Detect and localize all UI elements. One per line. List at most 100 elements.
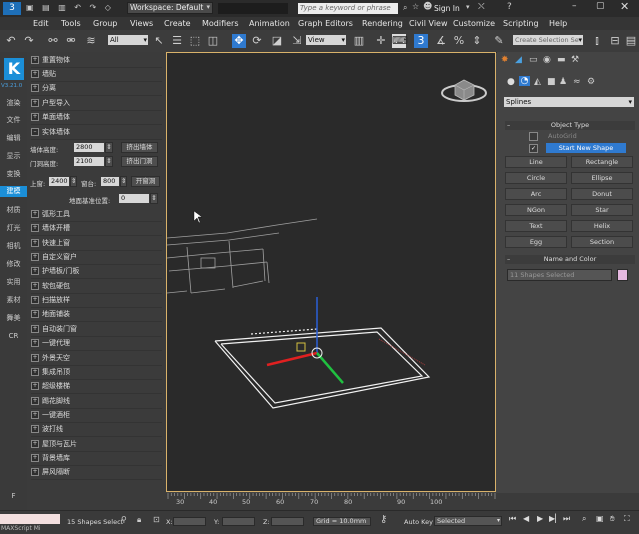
extrude-door-button[interactable]: 挤出门洞 bbox=[121, 156, 158, 167]
shape-button-star[interactable]: Star bbox=[571, 204, 633, 216]
redo-icon[interactable]: ↷ bbox=[22, 34, 36, 48]
object-color-swatch[interactable] bbox=[617, 269, 628, 281]
next-frame-icon[interactable]: ▶▏ bbox=[549, 514, 561, 523]
previous-frame-icon[interactable]: ◀ bbox=[523, 514, 529, 523]
menu-tools[interactable]: Tools bbox=[61, 17, 81, 30]
transform-gizmo[interactable] bbox=[266, 297, 426, 384]
shape-button-text[interactable]: Text bbox=[505, 220, 567, 232]
shape-button-helix[interactable]: Helix bbox=[571, 220, 633, 232]
nav-modify[interactable]: 修改 bbox=[0, 259, 27, 269]
display-tab-icon[interactable]: ▬ bbox=[557, 55, 567, 65]
menu-help[interactable]: Help bbox=[549, 17, 567, 30]
select-scale-icon[interactable]: ◪ bbox=[270, 34, 284, 48]
start-new-shape-button[interactable]: Start New Shape bbox=[546, 143, 626, 153]
maxscript-listener[interactable] bbox=[0, 514, 60, 524]
minimize-button[interactable]: – bbox=[572, 1, 577, 11]
category-item[interactable]: + 一键酒柜 bbox=[31, 409, 162, 423]
upper-window-input[interactable]: 2400 bbox=[49, 177, 69, 186]
category-item[interactable]: + 护墙板/门板 bbox=[31, 265, 162, 280]
category-item[interactable]: + 墙贴 bbox=[31, 68, 162, 82]
absolute-mode-icon[interactable]: ⊡ bbox=[153, 515, 160, 524]
category-item[interactable]: + 户型导入 bbox=[31, 97, 162, 111]
hierarchy-tab-icon[interactable]: ▭ bbox=[529, 55, 539, 65]
binoculars-icon[interactable]: ⌕ bbox=[403, 3, 407, 13]
object-name-field[interactable]: 11 Shapes Selected bbox=[507, 269, 612, 281]
menu-create[interactable]: Create bbox=[164, 17, 191, 30]
auto-key-label[interactable]: Auto Key bbox=[404, 518, 433, 526]
category-item[interactable]: + 波打线 bbox=[31, 423, 162, 438]
sign-in-chevron-icon[interactable]: ▾ bbox=[466, 3, 470, 11]
maximize-viewport-icon[interactable]: ⛶ bbox=[624, 514, 630, 524]
create-tab-icon[interactable]: ✸ bbox=[501, 55, 511, 65]
shape-button-ngon[interactable]: NGon bbox=[505, 204, 567, 216]
shape-button-line[interactable]: Line bbox=[505, 156, 567, 168]
nav-modeling[interactable]: 建模 bbox=[0, 186, 27, 197]
menu-edit[interactable]: Edit bbox=[33, 17, 49, 30]
percent-snap-icon[interactable]: % bbox=[452, 34, 466, 48]
category-item-expanded[interactable]: – 实体墙体 bbox=[31, 126, 162, 140]
app-logo-icon[interactable]: 3 bbox=[3, 2, 21, 15]
spinner-snap-icon[interactable]: ⇕ bbox=[470, 34, 484, 48]
go-to-end-icon[interactable]: ⏭ bbox=[563, 514, 570, 524]
ref-coord-dropdown[interactable]: View ▾ bbox=[306, 35, 346, 45]
menu-civil-view[interactable]: Civil View bbox=[409, 17, 448, 30]
shapes-icon[interactable]: ◔ bbox=[519, 76, 530, 86]
autogrid-checkbox[interactable] bbox=[529, 132, 538, 141]
spinner-icon[interactable]: ⇕ bbox=[150, 193, 158, 204]
quick-access-icons[interactable]: ▣ ▤ ▥ ↶ ↷ ◇ bbox=[26, 3, 121, 14]
menu-rendering[interactable]: Rendering bbox=[362, 17, 403, 30]
category-item[interactable]: + 单面墙体 bbox=[31, 111, 162, 125]
maximize-button[interactable]: ▢ bbox=[596, 1, 605, 11]
nav-edit[interactable]: 编辑 bbox=[0, 133, 27, 143]
edit-named-selection-icon[interactable]: ✎ bbox=[492, 34, 506, 48]
category-item[interactable]: + 弧形工具 bbox=[31, 208, 162, 222]
category-item[interactable]: + 自动装门窗 bbox=[31, 323, 162, 337]
place-icon[interactable]: ⇲ bbox=[290, 34, 304, 48]
menu-modifiers[interactable]: Modifiers bbox=[202, 17, 239, 30]
spinner-icon[interactable]: ⇕ bbox=[105, 142, 113, 153]
select-move-icon[interactable]: ✥ bbox=[232, 34, 246, 48]
spacewarps-icon[interactable]: ≈ bbox=[573, 77, 581, 87]
extrude-wall-button[interactable]: 挤出墙体 bbox=[121, 142, 158, 153]
close-button[interactable]: ✕ bbox=[620, 0, 629, 13]
category-item[interactable]: + 快速上窗 bbox=[31, 237, 162, 251]
menu-views[interactable]: Views bbox=[130, 17, 153, 30]
category-item[interactable]: + 屋顶与瓦片 bbox=[31, 438, 162, 452]
nav-assets[interactable]: 素材 bbox=[0, 295, 27, 305]
category-item[interactable]: + 一键代理 bbox=[31, 337, 162, 352]
motion-tab-icon[interactable]: ◉ bbox=[543, 55, 553, 65]
shape-button-ellipse[interactable]: Ellipse bbox=[571, 172, 633, 184]
shape-button-section[interactable]: Section bbox=[571, 236, 633, 248]
viewcube-icon[interactable] bbox=[441, 79, 487, 102]
go-to-start-icon[interactable]: ⏮ bbox=[509, 514, 516, 524]
shape-button-circle[interactable]: Circle bbox=[505, 172, 567, 184]
perspective-viewport[interactable] bbox=[166, 52, 496, 492]
select-object-icon[interactable]: ↖ bbox=[152, 34, 166, 48]
workspace-dropdown[interactable]: Workspace: Default ▾ bbox=[127, 2, 213, 14]
helpers-icon[interactable]: ♟ bbox=[559, 77, 567, 87]
exchange-icon[interactable]: ⛌ bbox=[478, 2, 485, 12]
shape-button-donut[interactable]: Donut bbox=[571, 188, 633, 200]
category-item[interactable]: + 扫描放样 bbox=[31, 294, 162, 309]
align-icon[interactable]: ⊟ bbox=[608, 34, 622, 48]
toggle-scene-explorer-icon[interactable]: ▤ bbox=[624, 34, 638, 48]
menu-scripting[interactable]: Scripting bbox=[503, 17, 539, 30]
utilities-tab-icon[interactable]: ⚒ bbox=[571, 55, 581, 65]
spinner-icon[interactable]: ⇕ bbox=[105, 156, 113, 167]
z-coord-field[interactable] bbox=[271, 517, 304, 526]
nav-render[interactable]: 渲染 bbox=[0, 98, 27, 108]
wall-height-input[interactable]: 2800 bbox=[74, 143, 104, 152]
shape-button-rectangle[interactable]: Rectangle bbox=[571, 156, 633, 168]
bind-spacewarp-icon[interactable]: ≋ bbox=[84, 34, 98, 48]
pan-icon[interactable]: ✋︎ bbox=[610, 514, 615, 524]
search-input[interactable]: Type a keyword or phrase bbox=[298, 3, 398, 14]
nav-utility[interactable]: 实用 bbox=[0, 277, 27, 287]
systems-icon[interactable]: ⚙ bbox=[587, 77, 595, 87]
modify-tab-icon[interactable]: ◢ bbox=[515, 55, 525, 65]
nav-display[interactable]: 显示 bbox=[0, 151, 27, 161]
category-item[interactable]: + 集成吊顶 bbox=[31, 366, 162, 380]
menu-customize[interactable]: Customize bbox=[453, 17, 495, 30]
unlink-icon[interactable]: ⚮ bbox=[64, 34, 78, 48]
plugin-logo[interactable]: K bbox=[4, 58, 24, 80]
menu-group[interactable]: Group bbox=[93, 17, 117, 30]
